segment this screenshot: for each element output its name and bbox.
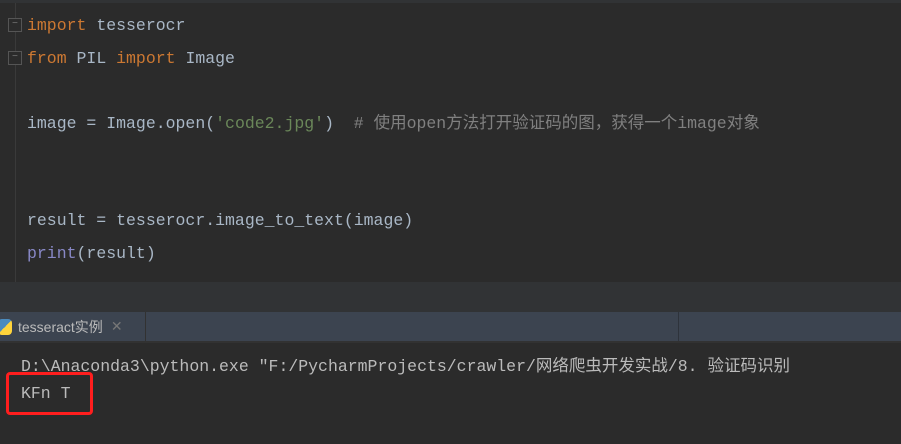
code-text: result = tesserocr.image_to_text(image) — [27, 211, 414, 230]
code-text: image = Image.open( — [27, 114, 216, 133]
tab-tesseract[interactable]: tesseract实例 ✕ — [0, 312, 146, 341]
builtin: print — [27, 244, 77, 263]
code-line: print(result) — [27, 244, 156, 264]
code-line: import tesserocr — [27, 16, 185, 36]
keyword: from — [27, 49, 67, 68]
gutter-divider — [15, 3, 16, 285]
code-line: from PIL import Image — [27, 49, 235, 69]
tab-label: tesseract实例 — [18, 318, 103, 335]
keyword: import — [116, 49, 176, 68]
highlight-box — [6, 372, 93, 415]
code-editor[interactable]: − − import tesserocr from PIL import Ima… — [0, 0, 901, 285]
code-line: image = Image.open('code2.jpg') # 使用open… — [27, 114, 760, 134]
divider — [678, 312, 679, 341]
fold-icon[interactable]: − — [8, 18, 22, 32]
panel-splitter[interactable] — [0, 282, 901, 312]
fold-icon[interactable]: − — [8, 51, 22, 65]
comment: # 使用open方法打开验证码的图，获得一个image对象 — [353, 114, 760, 133]
code-text: Image — [175, 49, 235, 68]
python-icon — [0, 318, 12, 335]
console-command: D:\Anaconda3\python.exe "F:/PycharmProje… — [21, 357, 790, 376]
code-text: PIL — [66, 49, 117, 68]
code-text: ) — [324, 114, 354, 133]
string-literal: 'code2.jpg' — [215, 114, 325, 133]
close-icon[interactable]: ✕ — [111, 318, 123, 335]
run-console[interactable]: D:\Anaconda3\python.exe "F:/PycharmProje… — [0, 345, 901, 444]
run-tab-bar: tesseract实例 ✕ — [0, 312, 901, 343]
code-text: (result) — [76, 244, 156, 263]
code-line: result = tesserocr.image_to_text(image) — [27, 211, 413, 231]
keyword: import — [27, 16, 87, 35]
code-text: tesserocr — [86, 16, 186, 35]
